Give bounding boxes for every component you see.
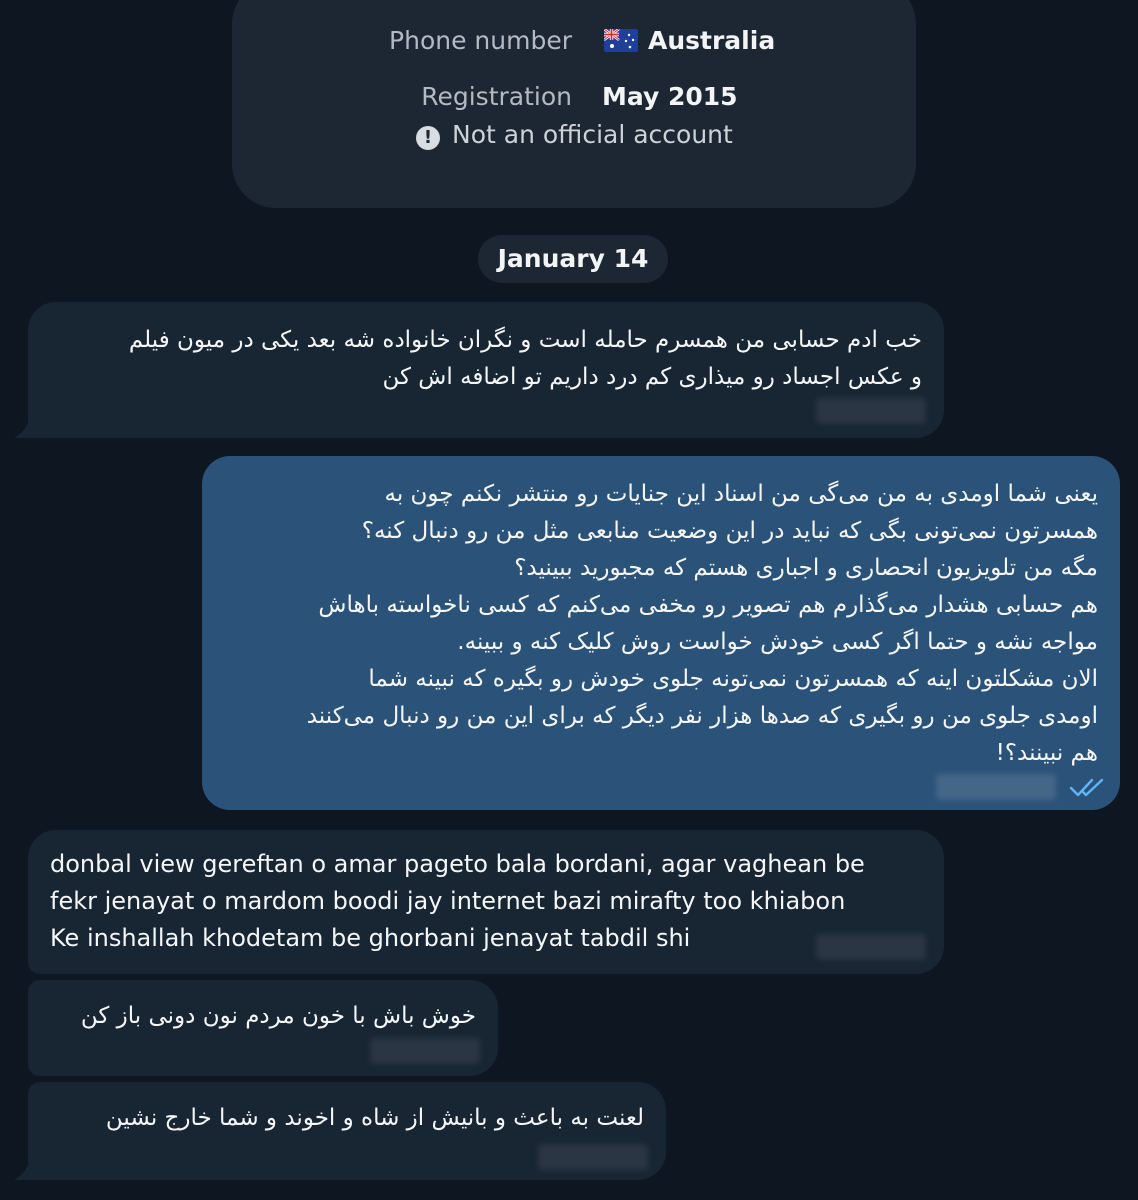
phone-number-value: Australia [604,26,775,55]
message-time [370,1038,480,1064]
phone-country: Australia [648,26,776,55]
message-bubble-incoming[interactable]: خب ادم حسابی من همسرم حامله است و نگران … [28,302,944,438]
message-time [816,398,926,424]
registration-value: May 2015 [602,82,738,111]
message-time [936,774,1056,800]
message-text: لعنت به باعث و بانیش از شاه و اخوند و شم… [105,1105,644,1131]
registration-label: Registration [421,82,572,111]
message-text: donbal view gereftan o amar pageto bala … [50,850,865,952]
message-text: خوش باش با خون مردم نون دونی باز کن [80,1003,476,1029]
official-notice-text: Not an official account [452,120,733,149]
message-bubble-incoming[interactable]: خوش باش با خون مردم نون دونی باز کن [28,980,498,1076]
official-notice: ! Not an official account [416,120,733,150]
phone-number-row: Phone number Australia [232,26,916,60]
message-text: یعنی شما اومدی به من می‌گی من اسناد این … [306,481,1098,766]
phone-number-label: Phone number [389,26,572,55]
profile-info-card: Phone number Australia Registration May … [232,0,916,208]
warning-icon: ! [416,126,440,150]
message-bubble-outgoing[interactable]: یعنی شما اومدی به من می‌گی من اسناد این … [202,456,1120,810]
registration-row: Registration May 2015 [232,82,916,116]
message-time [816,934,926,960]
australia-flag-icon [604,29,638,52]
date-separator: January 14 [478,235,668,283]
message-time [538,1144,648,1170]
double-check-icon [1069,778,1104,797]
message-text: خب ادم حسابی من همسرم حامله است و نگران … [128,327,922,390]
message-bubble-incoming[interactable]: donbal view gereftan o amar pageto bala … [28,830,944,974]
message-bubble-incoming[interactable]: لعنت به باعث و بانیش از شاه و اخوند و شم… [28,1082,666,1180]
